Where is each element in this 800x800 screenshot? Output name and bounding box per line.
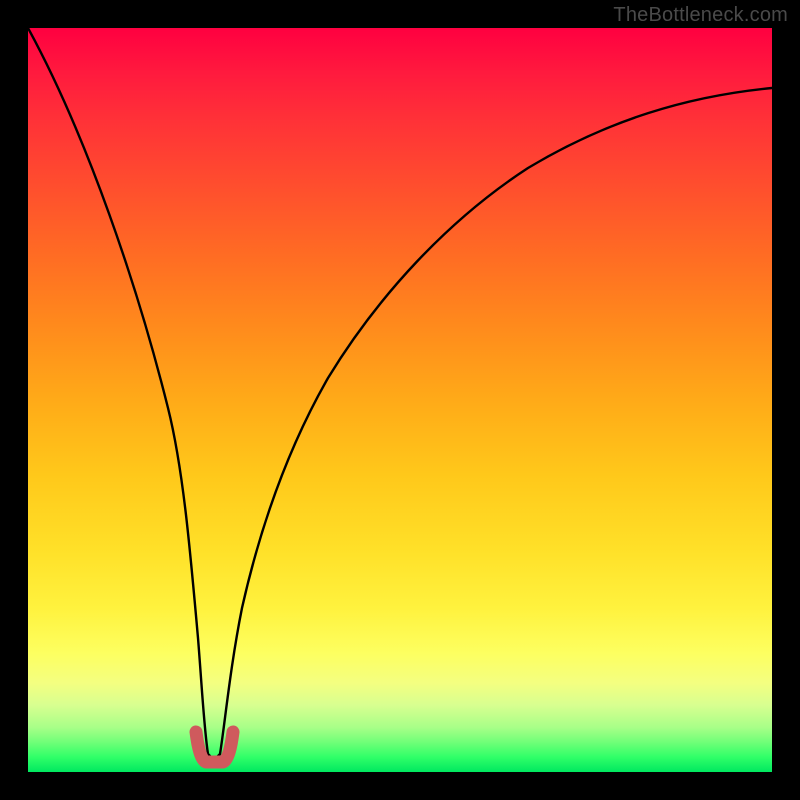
chart-svg: [28, 28, 772, 772]
chart-frame: TheBottleneck.com: [0, 0, 800, 800]
bottleneck-curve: [28, 28, 772, 758]
plot-area: [28, 28, 772, 772]
minimum-marker: [196, 732, 233, 762]
watermark-text: TheBottleneck.com: [613, 4, 788, 27]
